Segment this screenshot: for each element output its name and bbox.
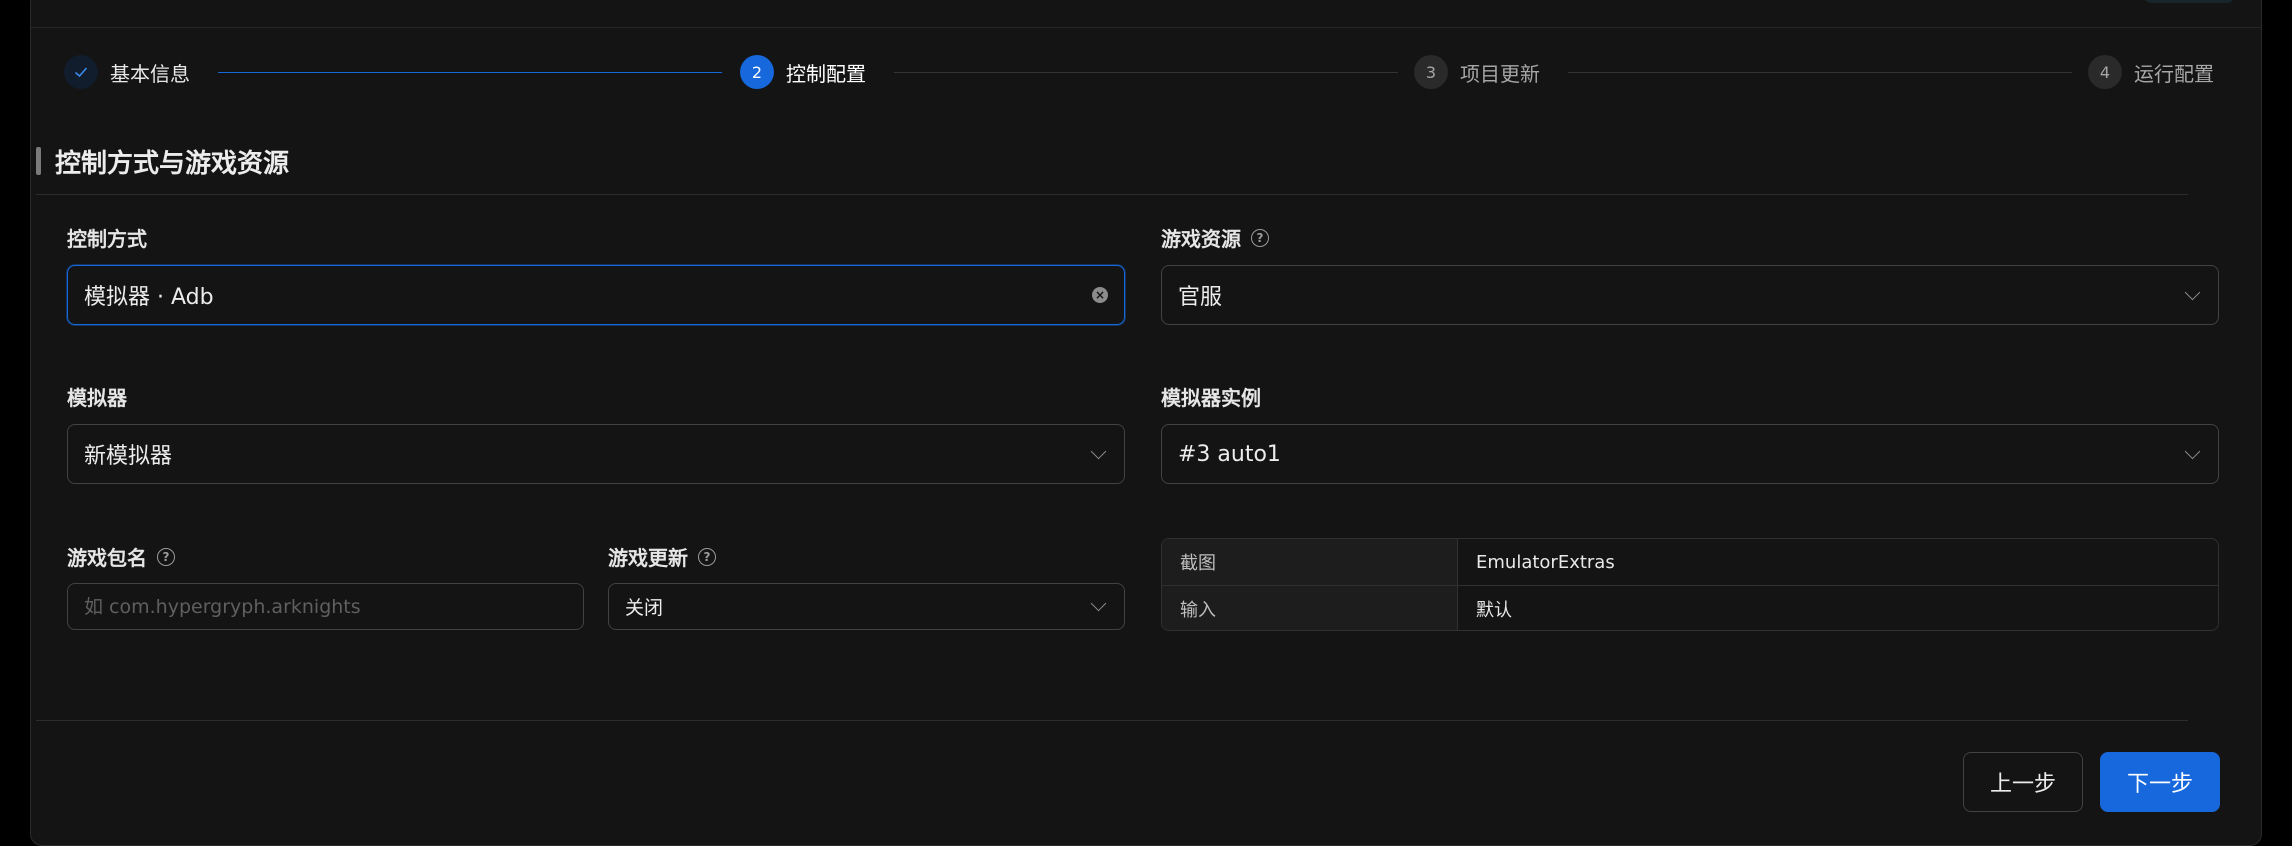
game-resource-label-text: 游戏资源: [1161, 227, 1241, 251]
prev-step-button[interactable]: 上一步: [1963, 752, 2083, 812]
section-divider: [36, 194, 2188, 195]
step-label: 项目更新: [1460, 61, 1540, 86]
emulator-label: 模拟器: [67, 382, 127, 411]
step-project-update[interactable]: 3 项目更新: [1414, 52, 1540, 92]
emulator-select[interactable]: 新模拟器: [67, 424, 1125, 484]
detail-value: 默认: [1476, 600, 1512, 621]
top-corner-button[interactable]: [2143, 0, 2235, 3]
emulator-instance-label-text: 模拟器实例: [1161, 386, 1261, 410]
control-mode-label-text: 控制方式: [67, 227, 147, 251]
control-mode-label: 控制方式: [67, 223, 147, 252]
detail-value: EmulatorExtras: [1476, 551, 1615, 573]
step-label: 控制配置: [786, 61, 866, 86]
table-row: 输入 默认: [1162, 585, 2218, 630]
emulator-instance-value: #3 auto1: [1178, 441, 1281, 467]
step-number: 3: [1414, 55, 1448, 89]
section-title-text: 控制方式与游戏资源: [55, 148, 290, 179]
game-resource-label: 游戏资源 ?: [1161, 223, 1269, 252]
chevron-down-icon: [2184, 443, 2201, 459]
detail-key: 截图: [1162, 539, 1458, 585]
table-row: 截图 EmulatorExtras: [1162, 539, 2218, 585]
control-mode-select[interactable]: 模拟器 · Adb ×: [67, 265, 1125, 325]
game-update-value: 关闭: [625, 597, 664, 619]
step-run-config[interactable]: 4 运行配置: [2088, 52, 2214, 92]
control-mode-value: 模拟器 · Adb: [84, 285, 214, 310]
emulator-instance-label: 模拟器实例: [1161, 382, 1261, 411]
emulator-value: 新模拟器: [84, 444, 173, 469]
step-connector: [218, 72, 722, 73]
section-accent-bar: [36, 147, 41, 175]
question-icon[interactable]: ?: [698, 547, 716, 566]
detail-key: 输入: [1162, 586, 1458, 630]
section-title: 控制方式与游戏资源: [36, 145, 290, 179]
question-icon[interactable]: ?: [157, 547, 175, 566]
question-icon[interactable]: ?: [1251, 228, 1269, 247]
footer-divider: [36, 720, 2188, 721]
package-name-label-text: 游戏包名: [67, 546, 147, 570]
step-number: 2: [740, 55, 774, 89]
game-update-select[interactable]: 关闭: [608, 583, 1125, 630]
step-connector: [1568, 72, 2072, 73]
step-basic-info[interactable]: 基本信息: [64, 52, 190, 92]
emulator-label-text: 模拟器: [67, 386, 127, 410]
next-step-button[interactable]: 下一步: [2100, 752, 2220, 812]
game-resource-value: 官服: [1178, 285, 1223, 310]
chevron-down-icon: [2184, 284, 2201, 300]
step-label: 运行配置: [2134, 61, 2214, 86]
emulator-instance-select[interactable]: #3 auto1: [1161, 424, 2219, 484]
check-icon: [64, 55, 98, 89]
steps-bar: 基本信息 2 控制配置 3 项目更新 4 运行配置: [36, 52, 2214, 92]
game-resource-select[interactable]: 官服: [1161, 265, 2219, 325]
package-name-input[interactable]: [67, 583, 584, 630]
step-label: 基本信息: [110, 61, 190, 86]
step-control-config[interactable]: 2 控制配置: [740, 52, 866, 92]
chevron-down-icon: [1090, 443, 1107, 459]
package-name-label: 游戏包名 ?: [67, 542, 175, 571]
game-update-label-text: 游戏更新: [608, 546, 688, 570]
step-number: 4: [2088, 55, 2122, 89]
step-connector: [894, 72, 1398, 73]
chevron-down-icon: [1090, 595, 1107, 612]
details-table: 截图 EmulatorExtras 输入 默认: [1161, 538, 2219, 631]
top-divider: [31, 27, 2261, 28]
clear-icon[interactable]: ×: [1092, 287, 1108, 303]
game-update-label: 游戏更新 ?: [608, 542, 716, 571]
